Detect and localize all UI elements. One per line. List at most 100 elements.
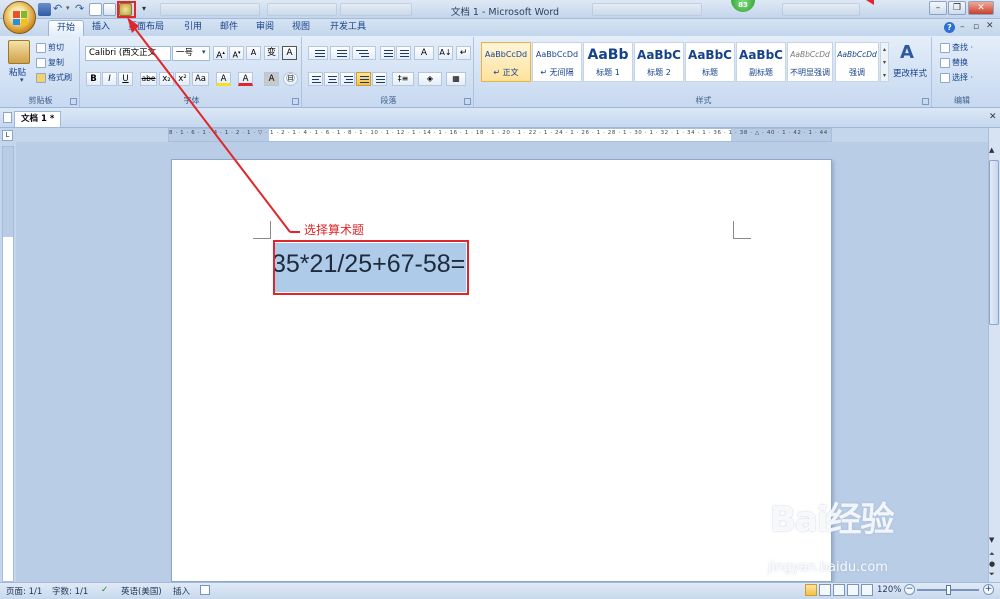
superscript-button[interactable]: x² [175,72,190,86]
ribbon-minimize-icon[interactable]: – [960,22,965,32]
line-spacing-button[interactable]: ‡≡ [392,72,414,86]
document-tab[interactable]: 文档 1 * [14,111,62,127]
outline-view-icon[interactable] [847,584,859,596]
underline-button[interactable]: U [118,72,133,86]
char-border-button[interactable]: A [282,46,297,60]
tab-page-layout[interactable]: 页面布局 [120,20,172,36]
clear-format-button[interactable]: A [246,46,261,60]
zoom-out-icon[interactable]: − [904,584,915,595]
align-center-button[interactable] [324,72,339,86]
bold-button[interactable]: B [86,72,101,86]
draft-view-icon[interactable] [861,584,873,596]
cut-button[interactable]: 剪切 [36,42,64,54]
ribbon-restore-icon[interactable]: ▫ [973,22,979,32]
office-button[interactable] [3,1,36,34]
find-button[interactable]: 查找 · [940,42,973,54]
phonetic-guide-button[interactable]: 变 [264,46,279,60]
tab-insert[interactable]: 插入 [84,20,118,36]
tab-review[interactable]: 审阅 [248,20,282,36]
style-normal[interactable]: AaBbCcDd ↵ 正文 [481,42,531,82]
grow-font-button[interactable]: A▴ [213,46,228,61]
zoom-in-icon[interactable]: + [983,584,994,595]
undo-dropdown-icon[interactable]: ▾ [66,4,70,12]
font-name-combo[interactable]: Calibri (西文正文 [85,46,171,61]
italic-button[interactable]: I [102,72,117,86]
horizontal-ruler[interactable]: 8 · 1 · 6 · 1 · 4 · 1 · 2 · 1 · ▽ · 1 · … [168,128,832,142]
style-title[interactable]: AaBbC 标题 [685,42,735,82]
save-icon[interactable] [38,3,51,16]
highlight-color-button[interactable]: A [216,72,231,86]
tab-mailings[interactable]: 邮件 [212,20,246,36]
dialog-launcher-icon[interactable] [922,98,929,105]
page-count[interactable]: 页面: 1/1 [6,585,42,597]
style-subtle-emphasis[interactable]: AaBbCcDd 不明显强调 [787,42,833,82]
close-document-icon[interactable]: ✕ [989,112,997,122]
dialog-launcher-icon[interactable] [70,98,77,105]
replace-button[interactable]: 替换 [940,57,968,69]
styles-scroll-icon[interactable]: ▴ ▾ ▾ [880,42,889,82]
multilevel-list-button[interactable] [352,46,376,60]
shrink-font-button[interactable]: A▾ [229,46,244,60]
proofing-icon[interactable]: ✓ [101,585,108,595]
minimize-button[interactable]: – [929,1,947,15]
web-layout-view-icon[interactable] [833,584,845,596]
shading-button[interactable]: ◈ [418,72,442,86]
zoom-level[interactable]: 120% [877,585,901,595]
format-painter-button[interactable]: 格式刷 [36,72,72,84]
customize-qat-icon[interactable]: ▾ [142,4,146,13]
change-case-button[interactable]: Aa [192,72,209,86]
increase-indent-button[interactable] [396,46,411,60]
bullets-button[interactable] [308,46,328,60]
change-styles-icon[interactable]: A [900,42,914,63]
tab-developer[interactable]: 开发工具 [322,20,374,36]
align-left-button[interactable] [308,72,323,86]
paste-dropdown-icon[interactable]: ▾ [20,76,24,84]
change-styles-button[interactable]: 更改样式 [893,67,927,79]
scrollbar-thumb[interactable] [989,160,999,325]
font-size-dropdown-icon[interactable]: ▾ [202,48,206,56]
print-layout-view-icon[interactable] [805,584,817,596]
redo-icon[interactable]: ↷ [75,3,88,16]
subscript-button[interactable]: x₂ [159,72,174,86]
zoom-slider-thumb[interactable] [946,585,951,595]
chinese-layout-button[interactable]: A [414,46,434,60]
scroll-up-icon[interactable]: ▲ [989,146,994,154]
distribute-button[interactable] [372,72,387,86]
dialog-launcher-icon[interactable] [292,98,299,105]
font-color-button[interactable]: A [238,72,253,86]
macro-record-icon[interactable] [200,585,210,595]
tab-stop-selector-icon[interactable]: L [2,130,13,141]
style-heading-1[interactable]: AaBb 标题 1 [583,42,633,82]
scroll-down-icon[interactable]: ▼ [989,536,994,544]
paste-icon[interactable] [8,40,30,64]
style-heading-2[interactable]: AaBbC 标题 2 [634,42,684,82]
help-icon[interactable]: ? [944,22,955,33]
decrease-indent-button[interactable] [380,46,395,60]
print-preview-icon[interactable] [89,3,102,16]
full-screen-view-icon[interactable] [819,584,831,596]
borders-button[interactable]: ▦ [446,72,466,86]
align-right-button[interactable] [340,72,355,86]
tab-references[interactable]: 引用 [176,20,210,36]
style-emphasis[interactable]: AaBbCcDd 强调 [835,42,879,82]
tab-home[interactable]: 开始 [48,20,85,36]
select-button[interactable]: 选择 · [940,72,973,84]
justify-button[interactable] [356,72,371,86]
previous-page-icon[interactable]: ⏶ [989,550,995,559]
next-page-icon[interactable]: ⏷ [989,570,995,579]
browse-object-icon[interactable]: ● [989,560,995,568]
ribbon-close-icon[interactable]: ✕ [986,21,994,31]
sort-button[interactable]: A↓ [438,46,453,60]
tab-view[interactable]: 视图 [284,20,318,36]
enclose-char-button[interactable]: ㊐ [283,72,298,86]
copy-button[interactable]: 复制 [36,57,64,69]
style-subtitle[interactable]: AaBbC 副标题 [736,42,786,82]
show-marks-button[interactable]: ↵ [456,46,471,60]
insert-mode-indicator[interactable]: 插入 [173,585,190,597]
quick-print-icon[interactable] [103,3,116,16]
restore-button[interactable]: ❐ [948,1,966,15]
vertical-ruler[interactable] [2,146,14,582]
dialog-launcher-icon[interactable] [464,98,471,105]
close-button[interactable]: ✕ [968,1,994,15]
numbering-button[interactable] [330,46,350,60]
